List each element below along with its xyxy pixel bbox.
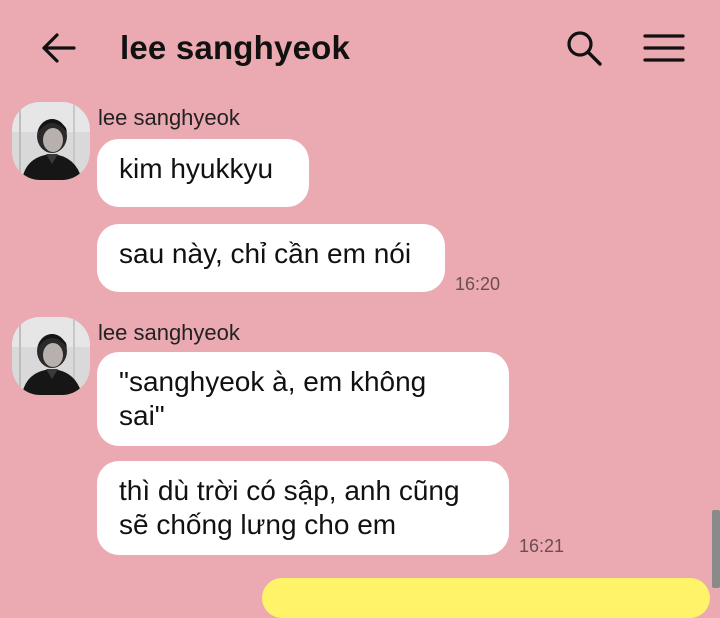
profile-photo-icon (12, 317, 90, 395)
message-timestamp: 16:20 (455, 274, 501, 294)
search-button[interactable] (562, 26, 606, 70)
message-bubble[interactable]: thì dù trời có sập, anh cũng sẽ chống lư… (97, 461, 509, 555)
chat-header: lee sanghyeok (0, 0, 720, 96)
message-bubble[interactable]: sau này, chỉ cần em nói (97, 224, 445, 292)
message-bubble[interactable]: "sanghyeok à, em không sai" (97, 352, 509, 446)
arrow-left-icon (42, 33, 76, 63)
back-button[interactable] (36, 26, 80, 70)
avatar[interactable] (12, 317, 90, 395)
sender-name: lee sanghyeok (98, 320, 240, 345)
chat-title: lee sanghyeok (120, 29, 351, 66)
search-icon (567, 31, 602, 66)
my-message-bubble[interactable] (262, 578, 710, 618)
menu-button[interactable] (640, 26, 688, 70)
message-timestamp: 16:21 (519, 536, 565, 556)
profile-photo-icon (12, 102, 90, 180)
avatar[interactable] (12, 102, 90, 180)
sender-name: lee sanghyeok (98, 105, 240, 130)
scrollbar[interactable] (712, 510, 720, 588)
hamburger-menu-icon (643, 34, 685, 62)
message-bubble[interactable]: kim hyukkyu (97, 139, 309, 207)
